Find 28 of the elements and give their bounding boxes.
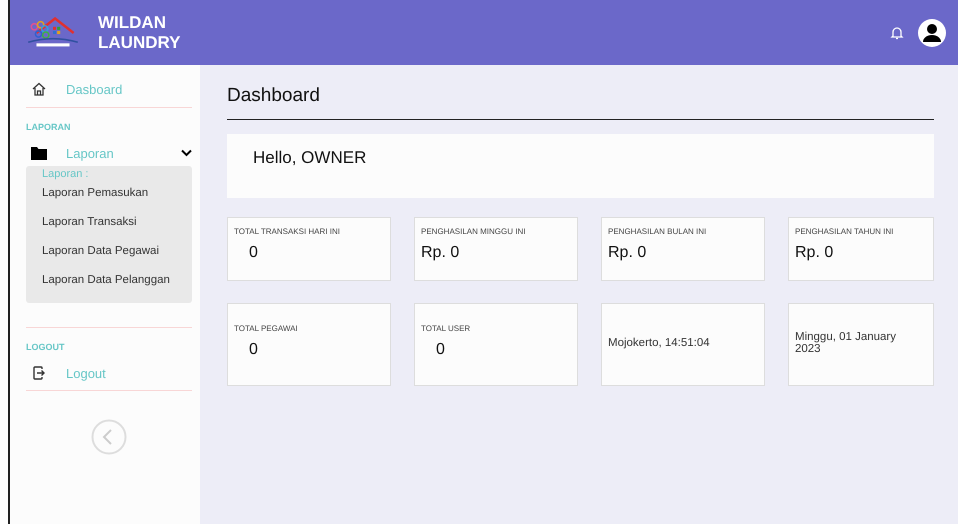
submenu-item[interactable]: Laporan Pemasukan [42, 186, 192, 200]
submenu-item[interactable]: Laporan Data Pegawai [42, 244, 192, 258]
submenu-item[interactable]: Laporan Transaksi [42, 215, 192, 229]
bell-icon[interactable] [890, 24, 904, 40]
card-label: TOTAL USER [421, 324, 472, 333]
section-heading: LAPORAN [26, 122, 72, 132]
card-value: 0 [249, 341, 259, 359]
page-title: Dashboard [227, 85, 321, 107]
card-value: Rp. 0 [608, 244, 648, 262]
card-label: TOTAL TRANSAKSI HARI INI [234, 227, 341, 236]
submenu-title: Laporan : [42, 168, 90, 180]
card-info: Mojokerto, 14:51:04 [608, 337, 711, 349]
chevron-icon [181, 149, 192, 157]
card-value: Rp. 0 [795, 244, 834, 262]
greeting-text: Hello, OWNER [253, 148, 366, 167]
section-heading: LOGOUT [26, 342, 66, 352]
card-info: Minggu, 01 January 2023 [795, 331, 898, 355]
submenu-item[interactable]: Laporan Data Pelanggan [42, 273, 192, 287]
card-value: 0 [249, 244, 259, 262]
brand-name: LAUNDRY [98, 32, 180, 52]
card-label: TOTAL PEGAWAI [234, 324, 299, 333]
card-label: PENGHASILAN MINGGU INI [421, 227, 526, 236]
card-label: PENGHASILAN TAHUN INI [795, 227, 894, 236]
user-avatar-icon[interactable] [918, 18, 946, 46]
card-value: Rp. 0 [421, 244, 460, 262]
card-label: PENGHASILAN BULAN INI [608, 227, 708, 236]
brand-name: WILDAN [98, 12, 167, 32]
card-value: 0 [436, 341, 446, 359]
